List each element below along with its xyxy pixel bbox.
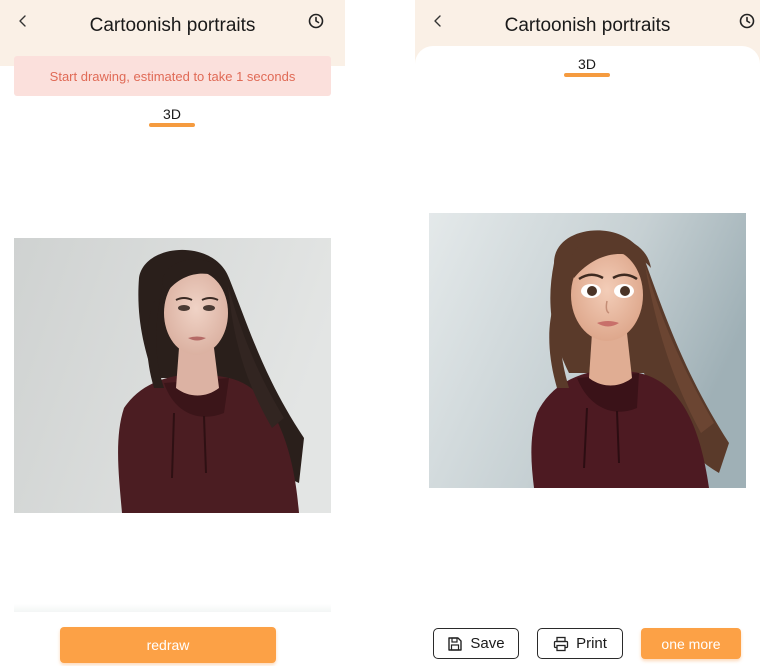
save-button[interactable]: Save — [433, 628, 519, 659]
right-screen: Cartoonish portraits 3D Save Print one m… — [415, 0, 760, 666]
tab-3d[interactable]: 3D — [557, 56, 617, 72]
print-button[interactable]: Print — [537, 628, 623, 659]
floppy-disk-icon — [448, 636, 463, 651]
tab-active-indicator — [564, 73, 610, 77]
save-label: Save — [470, 635, 505, 652]
progress-notice: Start drawing, estimated to take 1 secon… — [14, 56, 331, 96]
tab-active-indicator — [149, 123, 195, 127]
original-photo — [14, 238, 331, 513]
page-title: Cartoonish portraits — [89, 15, 256, 36]
tab-3d[interactable]: 3D — [142, 106, 202, 122]
page-title: Cartoonish portraits — [504, 15, 671, 36]
history-button[interactable] — [736, 10, 758, 32]
clock-icon — [739, 13, 755, 29]
print-label: Print — [576, 635, 607, 652]
printer-icon — [553, 636, 569, 651]
left-screen: Cartoonish portraits Start drawing, esti… — [0, 0, 345, 666]
one-more-button[interactable]: one more — [641, 628, 741, 659]
cartoon-result-image — [429, 213, 746, 488]
redraw-button[interactable]: redraw — [60, 627, 276, 663]
clock-icon — [308, 13, 324, 29]
history-button[interactable] — [305, 10, 327, 32]
bottom-divider — [14, 604, 331, 612]
